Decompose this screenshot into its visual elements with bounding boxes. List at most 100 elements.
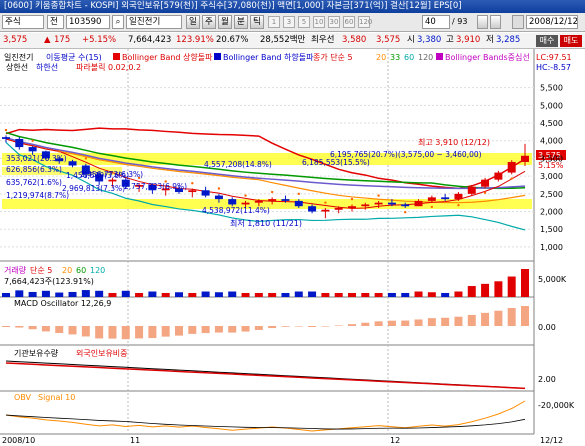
volume-bar bbox=[294, 291, 303, 297]
macd-bar bbox=[188, 326, 197, 334]
parabolic-dot bbox=[457, 203, 460, 207]
volume-bar bbox=[161, 292, 170, 297]
low-annotation: 최저 1,810 (11/21) bbox=[230, 218, 302, 228]
stock-code-input[interactable]: 103590 bbox=[66, 15, 110, 29]
period-tick-button[interactable]: 틱 bbox=[250, 15, 264, 29]
volume-bar bbox=[95, 290, 104, 297]
legend-ma33: 33 bbox=[390, 53, 400, 62]
volume-ma120: 120 bbox=[90, 266, 105, 275]
macd-axis-label: 0.00 bbox=[538, 323, 556, 332]
prev-icon[interactable] bbox=[477, 15, 488, 29]
parabolic-dot bbox=[404, 211, 407, 214]
candle bbox=[15, 138, 24, 148]
macd-bar bbox=[68, 326, 77, 335]
profile-label: 4,557,208(14.8%) bbox=[204, 160, 272, 169]
chart-area[interactable]: 일진전기 이동평균 수(15) Bollinger Band 상향돌파 Boll… bbox=[0, 49, 585, 446]
macd-bar bbox=[281, 326, 290, 327]
interval-button[interactable]: 10 bbox=[313, 16, 325, 28]
price-axis-tick: 4,000 bbox=[540, 137, 563, 146]
volume-bar bbox=[281, 292, 290, 297]
total-count: 93 bbox=[457, 17, 468, 26]
interval-button[interactable]: 120 bbox=[358, 16, 372, 28]
ask-price: 3,580 bbox=[342, 35, 367, 45]
toolbar: 주식 전 103590 ⌕ 일진전기 일 주 월 분 틱 1 3 5 10 30 60 12… bbox=[0, 13, 585, 32]
price-change: 175 bbox=[54, 35, 71, 45]
interval-button[interactable]: 3 bbox=[283, 16, 295, 28]
period-week-button[interactable]: 주 bbox=[202, 15, 216, 29]
macd-bar bbox=[95, 326, 104, 339]
low-label: 저 bbox=[486, 35, 494, 45]
period-day-button[interactable]: 일 bbox=[186, 15, 200, 29]
macd-bar bbox=[441, 317, 450, 326]
volume-bar bbox=[175, 292, 183, 297]
volume-label: 거래량 bbox=[4, 265, 27, 275]
holding-label-institution: 기관보유수량 bbox=[14, 348, 59, 358]
macd-bar bbox=[348, 324, 356, 326]
date-axis-tick: 12 bbox=[390, 436, 400, 445]
date-axis-tick: 12/12 bbox=[540, 436, 563, 445]
volume-bar bbox=[148, 291, 157, 297]
count-input[interactable]: 40 bbox=[422, 15, 450, 29]
search-icon[interactable]: ⌕ bbox=[112, 15, 124, 29]
volume-bar bbox=[494, 281, 503, 297]
profile-label: 626,856(6.3%) bbox=[6, 165, 62, 174]
profile-label: 4,538,972(11.4%) bbox=[202, 206, 270, 215]
profile-label: 1,219,974(8.7%) bbox=[6, 191, 69, 200]
price-axis-tick: 5,000 bbox=[540, 101, 563, 110]
volume-bar bbox=[521, 269, 529, 297]
candle bbox=[254, 200, 263, 203]
volume-bar bbox=[374, 292, 383, 297]
price-axis-tick: 3,500 bbox=[540, 154, 563, 163]
macd-bar bbox=[81, 326, 90, 337]
parabolic-dot bbox=[84, 157, 88, 160]
lock-icon[interactable] bbox=[512, 15, 524, 29]
best-quote-label: 최우선 bbox=[311, 35, 335, 45]
obv-label: OBV bbox=[14, 393, 32, 402]
macd-bar bbox=[228, 326, 237, 333]
legend-bb-mid: Bollinger Bands중심선 bbox=[445, 52, 530, 62]
volume-bar bbox=[241, 292, 250, 297]
period-minute-button[interactable]: 분 bbox=[234, 15, 248, 29]
period-month-button[interactable]: 월 bbox=[218, 15, 232, 29]
trade-amount: 28,552백만 bbox=[260, 35, 306, 45]
holding-label-foreign: 외국인보유비중 bbox=[76, 348, 128, 358]
volume-ma60: 60 bbox=[76, 266, 86, 275]
date-axis-tick: 2008/10 bbox=[2, 436, 35, 445]
volume-bar bbox=[81, 290, 90, 297]
mode-select[interactable]: 전 bbox=[47, 15, 64, 29]
candle bbox=[441, 197, 450, 200]
candle bbox=[201, 190, 210, 196]
candle bbox=[188, 190, 197, 193]
candle bbox=[427, 197, 436, 201]
date-input[interactable]: 2008/12/12 bbox=[526, 15, 578, 29]
legend-swatch bbox=[214, 53, 221, 60]
up-arrow-icon: ▲ bbox=[44, 35, 51, 45]
macd-bar bbox=[414, 319, 423, 326]
profile-label: 635,762(1.6%) bbox=[6, 178, 62, 187]
bid-price: 3,575 bbox=[376, 35, 401, 45]
legend-ma120: 120 bbox=[418, 53, 433, 62]
macd-bar bbox=[121, 326, 130, 340]
macd-bar bbox=[481, 312, 490, 326]
volume-bar bbox=[348, 292, 356, 297]
high-label: 고 bbox=[446, 35, 454, 45]
volume-ma20: 20 bbox=[62, 266, 72, 275]
sell-button[interactable]: 매도 bbox=[560, 35, 582, 47]
interval-button[interactable]: 1 bbox=[268, 16, 280, 28]
macd-bar bbox=[454, 316, 463, 326]
buy-button[interactable]: 매수 bbox=[536, 35, 558, 47]
market-type-select[interactable]: 주식 bbox=[2, 15, 44, 29]
date-axis-tick: 11 bbox=[130, 436, 140, 445]
interval-button[interactable]: 30 bbox=[328, 16, 340, 28]
parabolic-dot bbox=[510, 177, 513, 180]
interval-button[interactable]: 5 bbox=[298, 16, 310, 28]
volume-bar bbox=[55, 292, 64, 297]
macd-label: MACD Oscillator 12,26,9 bbox=[14, 299, 111, 308]
next-icon[interactable] bbox=[490, 15, 501, 29]
interval-button[interactable]: 60 bbox=[343, 16, 355, 28]
price-axis-tick: 2,500 bbox=[540, 190, 563, 199]
macd-bar bbox=[334, 325, 343, 326]
open-label: 시 bbox=[407, 35, 415, 45]
volume-bar bbox=[481, 283, 490, 297]
candle bbox=[268, 199, 277, 201]
